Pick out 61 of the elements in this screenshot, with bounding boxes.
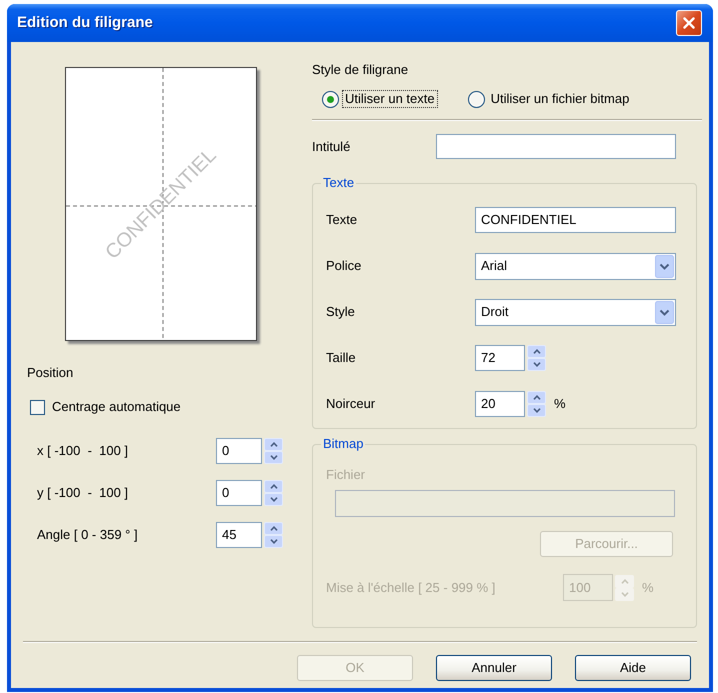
- spin-down-button[interactable]: [264, 493, 283, 506]
- field-label: Texte: [326, 212, 358, 228]
- window-title: Edition du filigrane: [17, 12, 153, 33]
- section-label: Position: [27, 365, 74, 381]
- chevron-down-icon: [532, 408, 540, 413]
- chevron-up-icon: [532, 349, 540, 354]
- chevron-up-icon: [270, 484, 278, 489]
- chevron-down-icon: [270, 497, 278, 502]
- spin-up-button[interactable]: [264, 480, 283, 493]
- spinner-field[interactable]: 20: [475, 391, 525, 417]
- spinner-field[interactable]: 0: [216, 438, 262, 464]
- chevron-down-icon[interactable]: [655, 254, 674, 278]
- text-field[interactable]: [436, 134, 676, 159]
- spin-up-button[interactable]: [264, 522, 283, 535]
- close-icon: [683, 17, 695, 29]
- chevron-down-icon: [270, 539, 278, 544]
- spin-down-button[interactable]: [527, 404, 546, 417]
- chevron-down-icon: [270, 455, 278, 460]
- chevron-up-icon: [532, 395, 540, 400]
- group-title: Texte: [322, 175, 356, 191]
- text-field[interactable]: CONFIDENTIEL: [475, 207, 676, 233]
- dropdown[interactable]: Droit: [475, 298, 676, 326]
- spinner-field[interactable]: 0: [216, 480, 262, 506]
- chevron-up-icon: [270, 526, 278, 531]
- unit-label: %: [642, 580, 654, 596]
- field-label: Intitulé: [312, 138, 352, 154]
- spin-up-button[interactable]: [527, 391, 546, 404]
- spinner-field[interactable]: 45: [216, 522, 262, 548]
- field-label: Angle [ 0 - 359 ° ]: [37, 527, 139, 543]
- close-button[interactable]: [676, 10, 702, 36]
- section-label: Style de filigrane: [312, 62, 410, 78]
- field-label: Fichier: [326, 467, 366, 483]
- field-label: y [ -100 - 100 ]: [37, 485, 130, 501]
- option-label[interactable]: Utiliser un texte: [342, 90, 438, 108]
- spin-down-button[interactable]: [264, 451, 283, 464]
- dialog-button[interactable]: Annuler: [436, 655, 552, 681]
- chevron-down-icon[interactable]: [655, 300, 674, 324]
- spin-down-button[interactable]: [527, 358, 546, 371]
- spin-down-button[interactable]: [264, 535, 283, 548]
- field-label: Style: [326, 304, 356, 320]
- spin-up-button[interactable]: [527, 345, 546, 358]
- spin-up-button[interactable]: [264, 438, 283, 451]
- radio-button[interactable]: [468, 90, 485, 108]
- unit-label: %: [554, 396, 566, 412]
- chevron-down-icon: [620, 592, 628, 596]
- dialog-button[interactable]: Aide: [575, 655, 691, 681]
- checkbox[interactable]: [30, 400, 45, 414]
- option-label[interactable]: Utiliser un fichier bitmap: [488, 90, 632, 108]
- chevron-down-icon: [532, 362, 540, 367]
- chevron-up-icon: [270, 442, 278, 447]
- field-label: x [ -100 - 100 ]: [37, 443, 130, 459]
- dropdown[interactable]: Arial: [475, 252, 676, 280]
- group-title: Bitmap: [322, 436, 364, 452]
- field-label: Mise à l'échelle [ 25 - 999 % ]: [326, 580, 496, 596]
- spinner-field[interactable]: 72: [475, 345, 525, 371]
- chevron-up-icon: [620, 578, 628, 584]
- field-label: Noirceur: [326, 396, 376, 412]
- field-label: Taille: [326, 350, 357, 366]
- radio-button[interactable]: [322, 90, 339, 108]
- field-label: Police: [326, 258, 362, 274]
- checkbox-label[interactable]: Centrage automatique: [52, 399, 181, 415]
